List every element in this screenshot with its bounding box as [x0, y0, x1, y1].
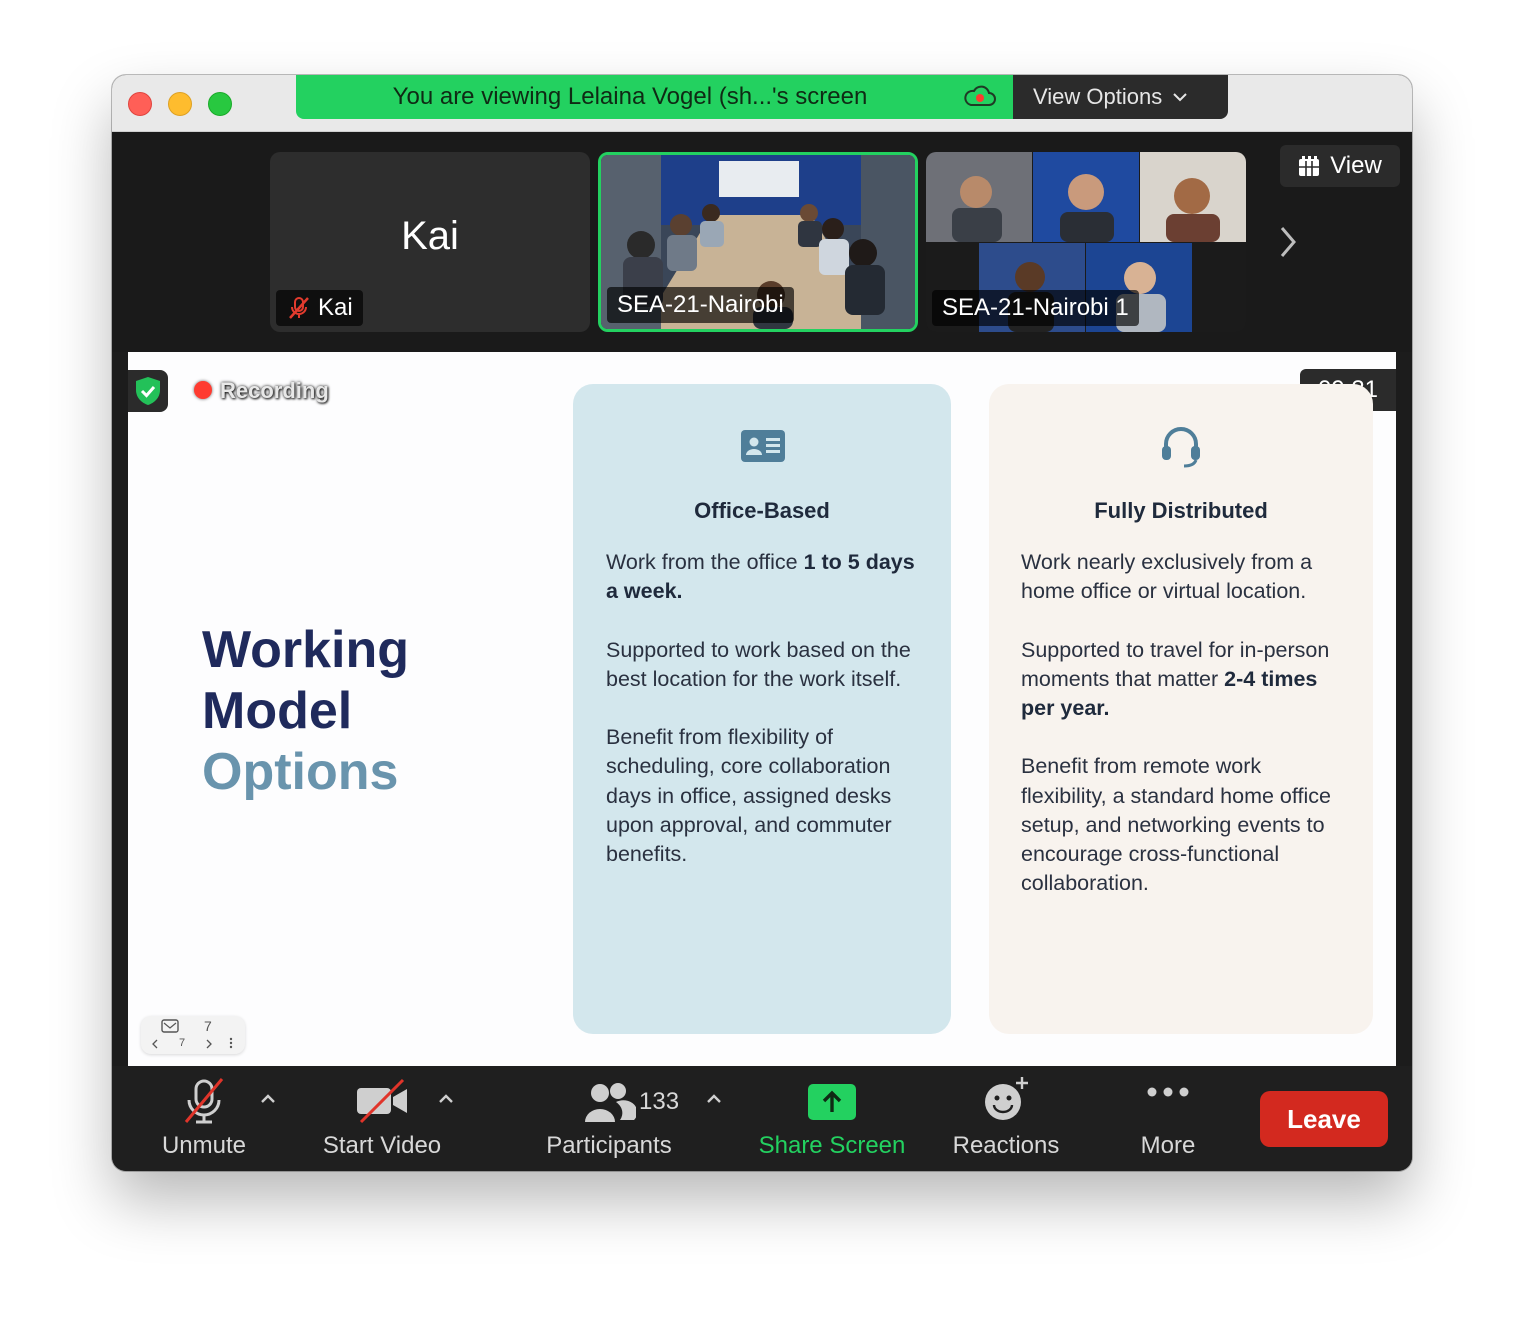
participants-options-caret-icon[interactable] [704, 1092, 724, 1106]
office-based-paragraph-1: Work from the office 1 to 5 days a week. [606, 550, 915, 604]
share-screen-icon [808, 1084, 856, 1120]
share-screen-button[interactable]: Share Screen [750, 1066, 914, 1171]
zoom-window-button[interactable] [208, 92, 232, 116]
shield-check-icon [136, 377, 160, 405]
grid-view-icon [1299, 156, 1320, 176]
slide-title-line-2: Model [202, 682, 353, 740]
fully-distributed-paragraph-2: Supported to travel for in-person moment… [1021, 637, 1330, 720]
slide-thumbnail-icon[interactable] [161, 1019, 179, 1035]
office-based-card: Office-Based Work from the office 1 to 5… [573, 384, 951, 1034]
chevron-left-icon[interactable] [151, 1039, 159, 1049]
share-screen-label: Share Screen [758, 1132, 906, 1159]
leave-button[interactable]: Leave [1260, 1091, 1388, 1147]
tile-display-name: Kai [401, 214, 459, 258]
reactions-label: Reactions [952, 1132, 1060, 1159]
muted-mic-icon [184, 1078, 224, 1124]
audio-options-caret-icon[interactable] [258, 1092, 278, 1106]
video-options-caret-icon[interactable] [436, 1092, 456, 1106]
office-based-paragraph-3: Benefit from flexibility of scheduling, … [606, 725, 892, 866]
view-label: View [1330, 152, 1382, 179]
video-tile-sea-21-nairobi[interactable]: SEA-21-Nairobi [598, 152, 918, 332]
fully-distributed-title: Fully Distributed [1094, 498, 1268, 523]
participants-count: 133 [639, 1088, 680, 1115]
participant-strip: Kai Kai SEA-21-Nairobi SEA-21-Nairobi 1 … [112, 132, 1412, 352]
recording-dot-icon [194, 381, 212, 399]
id-card-icon [741, 430, 785, 462]
slide-title-line-1: Working [202, 621, 410, 679]
recording-label[interactable]: Recording [220, 378, 329, 404]
view-layout-button[interactable]: View [1280, 145, 1400, 187]
mini-page-indicator: 7 [179, 1037, 186, 1049]
tile-name-tag: SEA-21-Nairobi 1 [932, 290, 1139, 326]
viewing-banner-text: You are viewing Lelaina Vogel (sh...'s s… [392, 83, 868, 110]
participants-button[interactable]: 133 Participants [538, 1066, 680, 1171]
tile-name-tag: Kai [276, 290, 363, 326]
video-tile-kai[interactable]: Kai Kai [270, 152, 590, 332]
minimize-window-button[interactable] [168, 92, 192, 116]
shared-screen: Recording 09:31 Working Model Options Of… [128, 352, 1396, 1066]
meeting-toolbar: Unmute Start Video 133 Participants Shar… [112, 1066, 1412, 1171]
mini-page-number: 7 [204, 1018, 212, 1034]
unmute-button[interactable]: Unmute [156, 1066, 252, 1171]
cloud-recording-icon[interactable] [962, 85, 998, 109]
viewing-banner: You are viewing Lelaina Vogel (sh...'s s… [296, 75, 1013, 119]
chevron-right-small-icon[interactable] [205, 1039, 213, 1049]
reactions-button[interactable]: Reactions [944, 1066, 1068, 1171]
muted-mic-icon [289, 297, 309, 319]
office-based-paragraph-2: Supported to work based on the best loca… [606, 637, 911, 691]
tile-name-label: SEA-21-Nairobi 1 [942, 294, 1129, 321]
title-bar: You are viewing Lelaina Vogel (sh...'s s… [112, 75, 1412, 132]
unmute-label: Unmute [161, 1132, 247, 1159]
close-window-button[interactable] [128, 92, 152, 116]
fully-distributed-body: Work nearly exclusively from a home offi… [1021, 548, 1345, 928]
tile-name-tag: SEA-21-Nairobi [607, 287, 794, 323]
slide-title-line-3: Options [202, 743, 399, 801]
chevron-down-icon [1173, 93, 1187, 102]
start-video-label: Start Video [322, 1132, 442, 1159]
office-based-body: Work from the office 1 to 5 days a week.… [606, 548, 923, 898]
headset-icon [1162, 427, 1200, 468]
view-options-button[interactable]: View Options [1013, 75, 1228, 119]
chevron-right-icon[interactable] [1272, 212, 1302, 272]
office-based-title: Office-Based [694, 498, 830, 523]
video-off-icon [357, 1078, 407, 1124]
zoom-window: You are viewing Lelaina Vogel (sh...'s s… [112, 75, 1412, 1171]
fully-distributed-paragraph-3: Benefit from remote work flexibility, a … [1021, 754, 1331, 896]
more-label: More [1140, 1132, 1196, 1159]
video-tile-sea-21-nairobi-1[interactable]: SEA-21-Nairobi 1 [926, 152, 1246, 332]
security-shield-button[interactable] [128, 370, 168, 412]
fully-distributed-card: Fully Distributed Work nearly exclusivel… [989, 384, 1373, 1034]
participants-label: Participants [546, 1132, 672, 1159]
more-vertical-icon[interactable] [229, 1037, 233, 1049]
slide-mini-navigator: 7 7 [141, 1016, 245, 1054]
slide-title: Working Model Options [202, 620, 409, 803]
tile-name-label: Kai [318, 294, 353, 321]
tile-name-label: SEA-21-Nairobi [617, 291, 784, 318]
participants-icon [585, 1083, 636, 1122]
view-options-label: View Options [1033, 84, 1163, 109]
fully-distributed-paragraph-1: Work nearly exclusively from a home offi… [1021, 550, 1313, 604]
more-dots-icon [1147, 1087, 1189, 1097]
emoji-reaction-icon [985, 1077, 1028, 1120]
start-video-button[interactable]: Start Video [312, 1066, 452, 1171]
more-button[interactable]: More [1128, 1066, 1208, 1171]
